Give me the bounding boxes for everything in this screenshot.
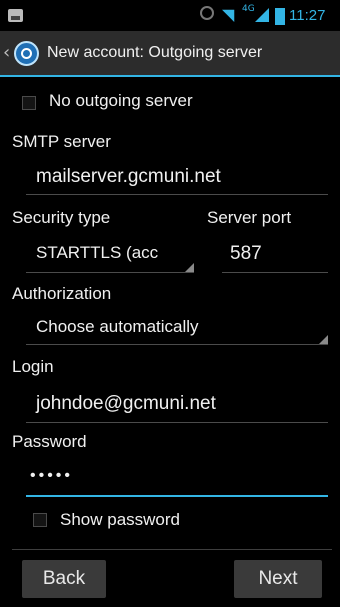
email-app-icon[interactable]: [14, 41, 39, 66]
no-outgoing-server-label[interactable]: No outgoing server: [49, 91, 193, 111]
button-bar-divider: [12, 549, 332, 550]
smtp-server-label: SMTP server: [12, 132, 111, 151]
no-outgoing-server-checkbox[interactable]: [22, 96, 36, 110]
up-navigation-icon[interactable]: ‹: [3, 42, 10, 63]
show-password-checkbox[interactable]: [33, 513, 47, 527]
login-input[interactable]: johndoe@gcmuni.net: [36, 393, 216, 415]
server-port-input[interactable]: 587: [230, 243, 262, 265]
signal-icon: [255, 8, 269, 22]
photo-icon: [8, 9, 23, 22]
status-bar: ◥ 4G 11:27: [0, 0, 340, 31]
security-type-select[interactable]: STARTTLS (acc: [36, 243, 158, 263]
server-port-underline: [222, 272, 328, 273]
dropdown-arrow-icon: [319, 335, 328, 344]
smtp-server-input[interactable]: mailserver.gcmuni.net: [36, 166, 221, 188]
security-type-underline: [26, 272, 194, 273]
wifi-icon: ◥: [222, 5, 235, 24]
back-button[interactable]: Back: [22, 560, 106, 598]
alarm-icon: [200, 6, 214, 20]
next-button[interactable]: Next: [234, 560, 322, 598]
password-focus-underline: [26, 495, 328, 497]
authorization-underline: [26, 344, 328, 345]
password-label: Password: [12, 432, 87, 451]
password-input[interactable]: •••••: [30, 467, 73, 485]
dropdown-arrow-icon: [185, 263, 194, 272]
action-bar: ‹ New account: Outgoing server: [0, 31, 340, 77]
battery-icon: [275, 8, 285, 25]
page-title: New account: Outgoing server: [47, 44, 263, 61]
authorization-select[interactable]: Choose automatically: [36, 317, 199, 337]
network-type: 4G: [242, 4, 255, 14]
authorization-label: Authorization: [12, 284, 112, 303]
smtp-server-underline: [26, 194, 328, 195]
security-type-label: Security type: [12, 208, 111, 227]
server-port-label: Server port: [207, 208, 292, 227]
clock: 11:27: [289, 7, 326, 24]
login-underline: [26, 422, 328, 423]
login-label: Login: [12, 357, 54, 376]
show-password-label[interactable]: Show password: [60, 510, 180, 530]
